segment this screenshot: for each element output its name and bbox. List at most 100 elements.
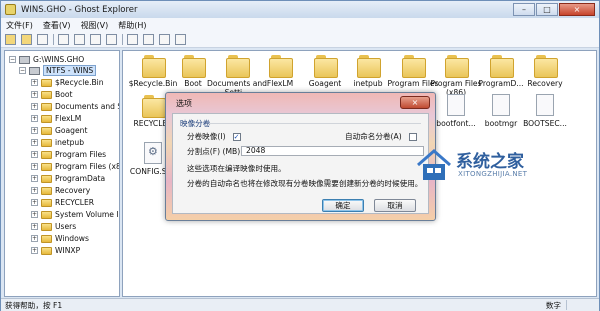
- large-icons-view-icon[interactable]: [58, 34, 69, 45]
- image-file-icon: [19, 55, 30, 64]
- expand-icon[interactable]: +: [31, 235, 38, 242]
- tree-item[interactable]: + ProgramData: [31, 173, 105, 184]
- folder-icon: [41, 102, 52, 111]
- tree-volume[interactable]: − NTFS - WINS: [19, 65, 97, 76]
- list-view-icon[interactable]: [90, 34, 101, 45]
- folder-icon: [445, 54, 469, 78]
- network-icon[interactable]: [175, 34, 186, 45]
- file-label: BOOTSEC...: [523, 119, 567, 128]
- watermark-house-logo: [417, 149, 451, 180]
- disk-icon[interactable]: [37, 34, 48, 45]
- split-size-input[interactable]: 2048: [241, 146, 424, 156]
- open-icon[interactable]: [5, 34, 16, 45]
- split-image-option[interactable]: 分卷映像(I) ✓: [187, 131, 241, 142]
- tree-item[interactable]: + System Volume Info: [31, 209, 119, 220]
- file-label: Boot: [184, 79, 202, 88]
- file-label: bootfont...: [436, 119, 476, 128]
- autoname-option[interactable]: 自动命名分卷(A): [345, 131, 417, 142]
- expand-icon[interactable]: +: [31, 91, 38, 98]
- details-view-icon[interactable]: [106, 34, 117, 45]
- tree-item[interactable]: + $Recycle.Bin: [31, 77, 104, 88]
- tree-item[interactable]: + WINXP: [31, 245, 80, 256]
- folder-icon: [41, 114, 52, 123]
- small-icons-view-icon[interactable]: [74, 34, 85, 45]
- ghost-explorer-app-icon: [5, 4, 16, 15]
- ok-button[interactable]: 确定: [322, 199, 364, 212]
- expand-icon[interactable]: +: [31, 211, 38, 218]
- file-label: FlexLM: [266, 79, 294, 88]
- title-bar[interactable]: WINS.GHO - Ghost Explorer – □ ×: [1, 1, 599, 18]
- file-label: inetpub: [353, 79, 383, 88]
- expand-icon[interactable]: +: [31, 247, 38, 254]
- tree-item-label: Boot: [55, 90, 73, 99]
- window-controls: – □ ×: [512, 3, 595, 16]
- help-icon[interactable]: [127, 34, 138, 45]
- expand-icon[interactable]: +: [31, 175, 38, 182]
- folder-icon: [41, 222, 52, 231]
- status-bar: 获得帮助，按 F1 数字: [1, 298, 599, 311]
- folder-icon: [41, 78, 52, 87]
- group-divider: [209, 123, 421, 124]
- menu-help[interactable]: 帮助(H): [113, 20, 151, 31]
- dialog-body: 映像分卷 分卷映像(I) ✓ 自动命名分卷(A) 分割点(F) (MB) 204…: [172, 113, 429, 214]
- folder-icon: [269, 54, 293, 78]
- file-item[interactable]: BOOTSEC...: [515, 94, 575, 128]
- split-image-checkbox[interactable]: ✓: [232, 132, 241, 141]
- split-size-label: 分割点(F) (MB): [187, 146, 240, 157]
- folder-icon[interactable]: [21, 34, 32, 45]
- menu-file[interactable]: 文件(F): [1, 20, 38, 31]
- tree-item[interactable]: + Program Files: [31, 149, 106, 160]
- tree-item-label: Windows: [55, 234, 89, 243]
- expand-icon[interactable]: +: [31, 139, 38, 146]
- expand-icon[interactable]: +: [31, 127, 38, 134]
- expand-icon[interactable]: +: [31, 115, 38, 122]
- tree-item[interactable]: + Goagent: [31, 125, 87, 136]
- folder-icon: [534, 54, 558, 78]
- expand-icon[interactable]: +: [31, 79, 38, 86]
- folder-icon: [490, 54, 514, 78]
- cancel-button[interactable]: 取消: [374, 199, 416, 212]
- tree-volume-label: NTFS - WINS: [43, 65, 97, 76]
- info-icon[interactable]: [159, 34, 170, 45]
- minimize-button[interactable]: –: [513, 3, 535, 16]
- file-item[interactable]: Recovery: [515, 54, 575, 88]
- expand-icon[interactable]: +: [31, 163, 38, 170]
- expand-icon[interactable]: +: [31, 187, 38, 194]
- tree-root[interactable]: − G:\WINS.GHO: [9, 54, 84, 65]
- status-numlock: 数字: [545, 301, 561, 310]
- note-autoname: 分卷的自动命名也将在修改现有分卷映像需要创建新分卷的时候使用。: [187, 179, 423, 188]
- close-window-button[interactable]: ×: [559, 3, 595, 16]
- menu-view-mode[interactable]: 视图(V): [76, 20, 114, 31]
- tree-item[interactable]: + Boot: [31, 89, 72, 100]
- tree-item-label: Program Files (x86): [55, 162, 119, 171]
- status-help-text: 获得帮助，按 F1: [5, 300, 63, 310]
- collapse-icon[interactable]: −: [19, 67, 26, 74]
- folder-tree-pane[interactable]: − G:\WINS.GHO − NTFS - WINS + $Recycle.Bi…: [4, 50, 120, 297]
- folder-icon: [357, 54, 381, 78]
- config-file-icon: [144, 142, 162, 164]
- tree-item[interactable]: + Windows: [31, 233, 89, 244]
- maximize-button[interactable]: □: [536, 3, 558, 16]
- expand-icon[interactable]: +: [31, 199, 38, 206]
- dialog-close-button[interactable]: ×: [400, 96, 430, 109]
- autoname-checkbox[interactable]: [408, 132, 417, 141]
- tree-item[interactable]: + Recovery: [31, 185, 90, 196]
- main-window: WINS.GHO - Ghost Explorer – □ × 文件(F) 查看…: [0, 0, 600, 311]
- menu-view[interactable]: 查看(V): [38, 20, 76, 31]
- volume-icon: [29, 66, 40, 75]
- expand-icon[interactable]: +: [31, 103, 38, 110]
- tree-item[interactable]: + FlexLM: [31, 113, 81, 124]
- properties-icon[interactable]: [143, 34, 154, 45]
- tree-item[interactable]: + Documents and Set: [31, 101, 119, 112]
- collapse-icon[interactable]: −: [9, 56, 16, 63]
- folder-icon: [41, 246, 52, 255]
- expand-icon[interactable]: +: [31, 223, 38, 230]
- folder-icon: [41, 198, 52, 207]
- tree-item[interactable]: + inetpub: [31, 137, 84, 148]
- folder-icon: [41, 210, 52, 219]
- tree-item[interactable]: + RECYCLER: [31, 197, 94, 208]
- tree-item[interactable]: + Program Files (x86): [31, 161, 119, 172]
- tree-item[interactable]: + Users: [31, 221, 76, 232]
- file-label: Goagent: [308, 79, 342, 88]
- expand-icon[interactable]: +: [31, 151, 38, 158]
